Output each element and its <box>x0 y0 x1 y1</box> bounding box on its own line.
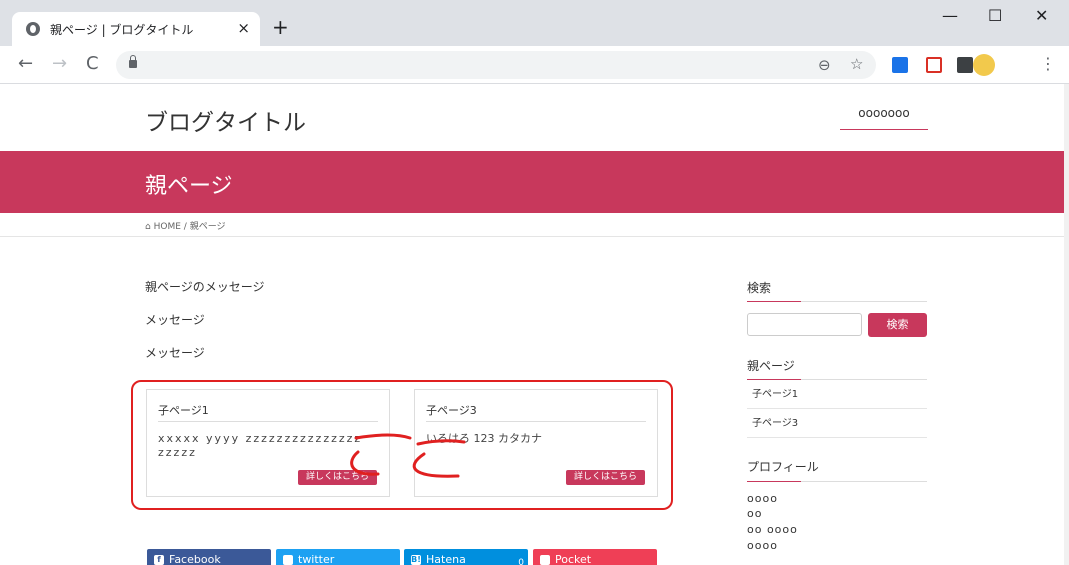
profile-text: oo oooo <box>747 523 798 536</box>
hatena-count: 0 <box>518 558 524 565</box>
globe-icon <box>26 22 40 36</box>
heading-underline <box>747 301 927 302</box>
reload-button[interactable]: C <box>86 53 99 74</box>
message-text: メッセージ <box>145 346 205 360</box>
breadcrumb-separator: / <box>183 222 187 232</box>
twitter-icon <box>283 555 293 565</box>
browser-menu-icon[interactable]: ⋮ <box>1040 54 1056 73</box>
page-scrollbar[interactable] <box>1064 84 1069 565</box>
zoom-icon[interactable]: ⊖ <box>818 56 831 74</box>
new-tab-button[interactable]: + <box>272 15 289 39</box>
breadcrumb-home[interactable]: HOME <box>154 222 181 232</box>
sidebar-item-child-page-1[interactable]: 子ページ1 <box>747 380 927 409</box>
profile-text: oooo <box>747 492 778 505</box>
share-facebook-button[interactable]: f Facebook <box>147 549 271 565</box>
browser-tab[interactable]: 親ページ | ブログタイトル × <box>12 12 260 46</box>
pages-widget-heading[interactable]: 親ページ <box>747 357 795 374</box>
minimize-button[interactable]: — <box>942 6 958 25</box>
heading-underline <box>747 481 927 482</box>
profile-text: oooo <box>747 539 778 552</box>
browser-toolbar: ← → C ⊖ ☆ ⋮ <box>0 46 1069 84</box>
forward-button[interactable]: → <box>52 53 67 74</box>
search-widget-heading: 検索 <box>747 281 772 295</box>
hatena-icon: B! <box>411 555 421 565</box>
profile-text: oo <box>747 507 763 520</box>
address-bar[interactable]: ⊖ ☆ <box>116 51 876 79</box>
share-hatena-button[interactable]: B! Hatena 0 <box>404 549 528 565</box>
search-button[interactable]: 検索 <box>868 313 927 337</box>
search-input[interactable] <box>747 313 862 336</box>
pocket-icon <box>540 555 550 565</box>
extension-snowflake-icon[interactable] <box>892 57 908 73</box>
lock-icon <box>129 55 137 68</box>
page-title: 親ページ <box>145 174 233 199</box>
maximize-button[interactable]: ☐ <box>988 6 1002 25</box>
page-header-banner: 親ページ <box>0 151 1064 213</box>
breadcrumb: ⌂ HOME / 親ページ <box>0 213 1064 237</box>
tab-close-icon[interactable]: × <box>237 19 250 37</box>
global-nav-item[interactable]: ooooooo <box>840 106 928 130</box>
sidebar-item-child-page-3[interactable]: 子ページ3 <box>747 409 927 438</box>
extension-keep-icon[interactable] <box>957 57 973 73</box>
browser-tabstrip: 親ページ | ブログタイトル × + — ☐ ✕ <box>0 0 1069 46</box>
extension-pocket-icon[interactable] <box>926 57 942 73</box>
breadcrumb-current: 親ページ <box>189 222 226 232</box>
back-button[interactable]: ← <box>18 53 33 74</box>
blog-title[interactable]: ブログタイトル <box>145 103 306 137</box>
profile-widget-heading: プロフィール <box>747 460 819 474</box>
facebook-icon: f <box>154 555 164 565</box>
message-text: 親ページのメッセージ <box>145 280 265 294</box>
share-pocket-button[interactable]: Pocket <box>533 549 657 565</box>
home-icon: ⌂ <box>145 222 151 232</box>
close-window-button[interactable]: ✕ <box>1035 6 1048 25</box>
annotation-highlight-box <box>131 380 673 510</box>
bookmark-star-icon[interactable]: ☆ <box>850 55 863 73</box>
share-twitter-button[interactable]: twitter <box>276 549 400 565</box>
profile-avatar[interactable] <box>973 54 995 76</box>
tab-title: 親ページ | ブログタイトル <box>50 23 194 37</box>
message-text: メッセージ <box>145 313 205 327</box>
